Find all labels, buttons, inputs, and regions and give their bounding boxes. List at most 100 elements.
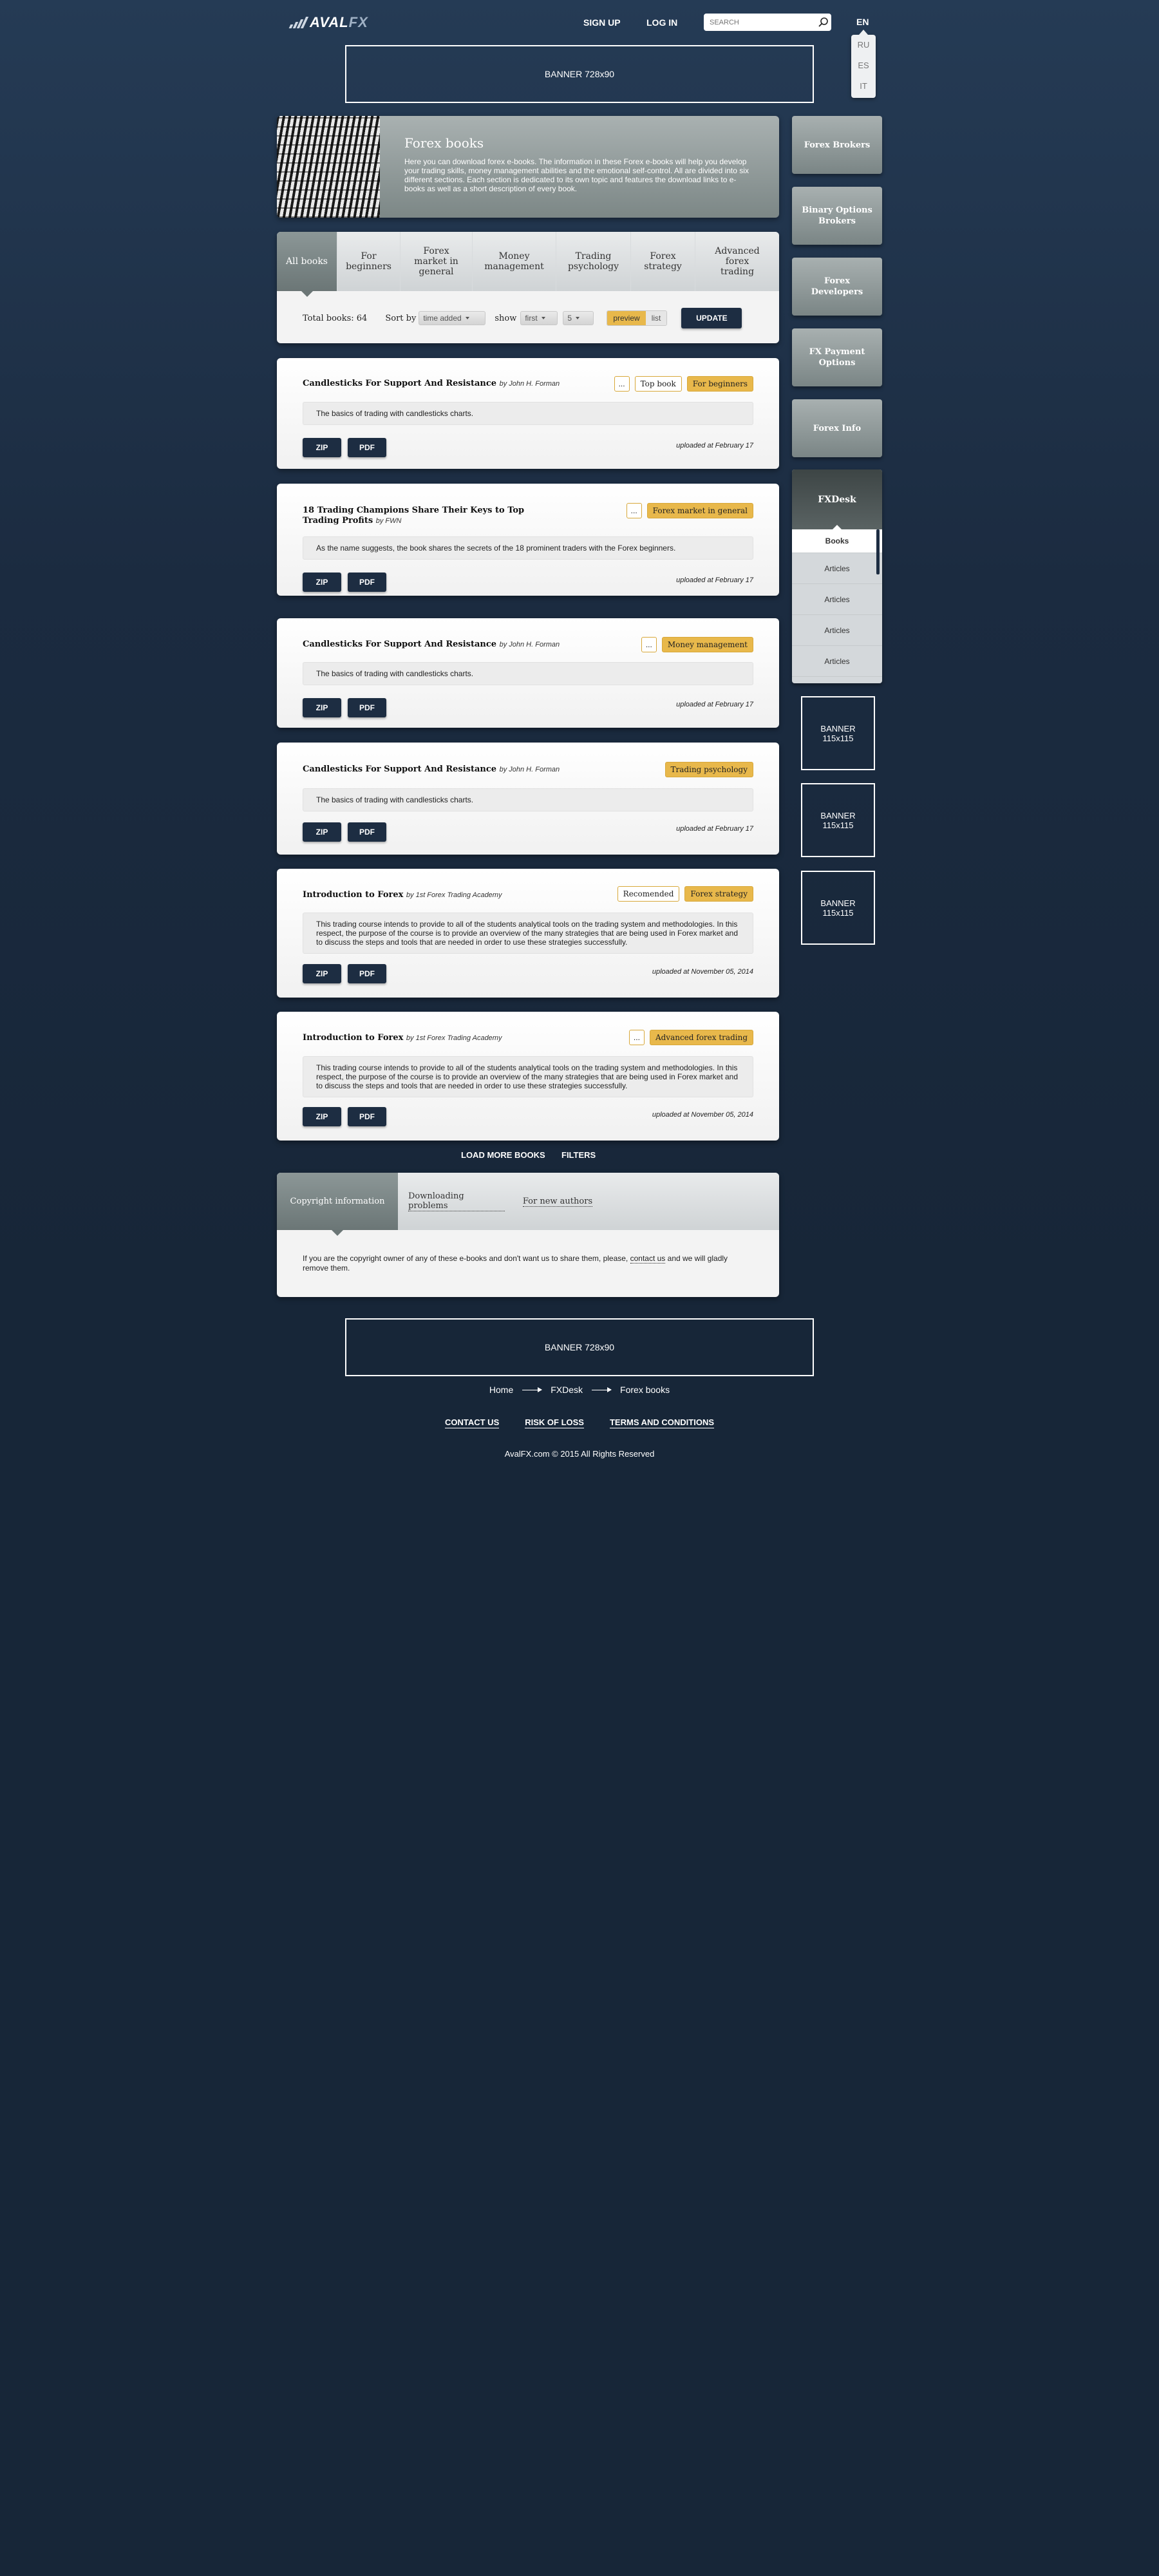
search-icon[interactable] bbox=[816, 15, 831, 30]
language-current[interactable]: EN bbox=[856, 17, 869, 27]
more-tags-button[interactable]: ... bbox=[626, 503, 642, 518]
copyright-text-part: If you are the copyright owner of any of… bbox=[303, 1254, 628, 1263]
filters-link[interactable]: FILTERS bbox=[561, 1150, 596, 1160]
book-title[interactable]: Introduction to Forex bbox=[303, 890, 403, 900]
zip-download-button[interactable]: ZIP bbox=[303, 822, 341, 842]
footer-risk-of-loss[interactable]: RISK OF LOSS bbox=[525, 1417, 584, 1428]
pdf-download-button[interactable]: PDF bbox=[348, 438, 386, 457]
pdf-download-button[interactable]: PDF bbox=[348, 1107, 386, 1126]
count-select[interactable]: 5 bbox=[563, 311, 594, 325]
top-banner[interactable]: BANNER 728x90 bbox=[345, 45, 814, 103]
zip-download-button[interactable]: ZIP bbox=[303, 964, 341, 983]
sidebar-forex-developers[interactable]: Forex Developers bbox=[792, 258, 882, 316]
tab-downloading-problems[interactable]: Downloading problems bbox=[408, 1173, 505, 1230]
signup-link[interactable]: SIGN UP bbox=[583, 17, 621, 28]
language-dropdown: RU ES IT bbox=[851, 30, 876, 98]
pdf-download-button[interactable]: PDF bbox=[348, 964, 386, 983]
book-title[interactable]: Introduction to Forex bbox=[303, 1033, 403, 1043]
more-tags-button[interactable]: ... bbox=[614, 376, 630, 392]
fxdesk-item-articles[interactable]: Articles bbox=[792, 646, 882, 677]
book-card: Introduction to Forex by 1st Forex Tradi… bbox=[277, 1012, 779, 1141]
tag-category[interactable]: Advanced forex trading bbox=[649, 1030, 753, 1045]
search-input[interactable] bbox=[704, 14, 816, 30]
tab-copyright[interactable]: Copyright information bbox=[277, 1173, 398, 1236]
book-tags: ... Money management bbox=[641, 637, 753, 652]
language-option-it[interactable]: IT bbox=[851, 76, 876, 97]
book-title-cont[interactable]: Trading Profits bbox=[303, 516, 373, 526]
category-panel: All books For beginners Forex market in … bbox=[277, 232, 779, 343]
sort-select[interactable]: time added bbox=[419, 311, 486, 325]
tag-category[interactable]: Money management bbox=[661, 637, 753, 652]
footer-terms[interactable]: TERMS AND CONDITIONS bbox=[609, 1417, 715, 1428]
info-panel: Copyright information Downloading proble… bbox=[277, 1173, 779, 1297]
sidebar-binary-options-brokers[interactable]: Binary Options Brokers bbox=[792, 187, 882, 245]
fxdesk-item-articles[interactable]: Articles bbox=[792, 553, 882, 584]
book-author: by John H. Forman bbox=[499, 766, 560, 773]
more-tags-button[interactable]: ... bbox=[641, 637, 657, 652]
tag-category[interactable]: For beginners bbox=[686, 376, 753, 392]
book-tags: Trading psychology bbox=[664, 762, 753, 777]
breadcrumb-fxdesk[interactable]: FXDesk bbox=[551, 1385, 583, 1395]
tag-category[interactable]: Forex strategy bbox=[684, 886, 753, 902]
tab-forex-market-general[interactable]: Forex market in general bbox=[400, 232, 473, 291]
side-banner[interactable]: BANNER 115x115 bbox=[801, 696, 875, 770]
sidebar-fx-payment-options[interactable]: FX Payment Options bbox=[792, 328, 882, 386]
tab-money-management[interactable]: Money management bbox=[473, 232, 556, 291]
bottom-banner[interactable]: BANNER 728x90 bbox=[345, 1318, 814, 1376]
book-title[interactable]: 18 Trading Champions Share Their Keys to… bbox=[303, 506, 524, 515]
update-button[interactable]: UPDATE bbox=[681, 308, 742, 328]
view-preview-button[interactable]: preview bbox=[607, 311, 646, 325]
side-banner[interactable]: BANNER 115x115 bbox=[801, 783, 875, 857]
contact-us-link[interactable]: contact us bbox=[630, 1254, 666, 1264]
view-list-button[interactable]: list bbox=[645, 311, 667, 325]
site-logo[interactable]: AVALFX bbox=[288, 14, 368, 31]
fxdesk-scrollbar[interactable] bbox=[876, 529, 880, 574]
tag-category[interactable]: Trading psychology bbox=[664, 762, 753, 777]
upload-date: uploaded at February 17 bbox=[676, 825, 753, 833]
tag-category[interactable]: Forex market in general bbox=[646, 503, 753, 518]
book-author: by FWN bbox=[375, 517, 402, 525]
tab-advanced-forex-trading[interactable]: Advanced forex trading bbox=[695, 232, 779, 291]
zip-download-button[interactable]: ZIP bbox=[303, 1107, 341, 1126]
tab-new-authors[interactable]: For new authors bbox=[513, 1173, 603, 1230]
fxdesk-item-articles[interactable]: Articles bbox=[792, 615, 882, 646]
pdf-download-button[interactable]: PDF bbox=[348, 573, 386, 592]
more-tags-button[interactable]: ... bbox=[628, 1030, 645, 1045]
copyright-text: If you are the copyright owner of any of… bbox=[303, 1254, 753, 1273]
tab-all-books[interactable]: All books bbox=[277, 232, 337, 297]
fxdesk-item-books[interactable]: Books bbox=[792, 525, 882, 553]
logo-text-fx: FX bbox=[348, 14, 368, 30]
sidebar-forex-brokers[interactable]: Forex Brokers bbox=[792, 116, 882, 174]
fxdesk-title[interactable]: FXDesk bbox=[792, 469, 882, 529]
pdf-download-button[interactable]: PDF bbox=[348, 822, 386, 842]
book-title[interactable]: Candlesticks For Support And Resistance bbox=[303, 379, 496, 388]
sidebar-forex-info[interactable]: Forex Info bbox=[792, 399, 882, 457]
pdf-download-button[interactable]: PDF bbox=[348, 698, 386, 717]
download-buttons: ZIP PDF bbox=[303, 964, 386, 983]
breadcrumb-home[interactable]: Home bbox=[489, 1385, 513, 1395]
download-buttons: ZIP PDF bbox=[303, 822, 386, 842]
fxdesk-item-articles[interactable]: Articles bbox=[792, 584, 882, 615]
zip-download-button[interactable]: ZIP bbox=[303, 438, 341, 457]
login-link[interactable]: LOG IN bbox=[646, 17, 677, 28]
copyright-notice: AvalFX.com © 2015 All Rights Reserved bbox=[504, 1449, 655, 1459]
zip-download-button[interactable]: ZIP bbox=[303, 573, 341, 592]
load-more-button[interactable]: LOAD MORE BOOKS bbox=[461, 1150, 545, 1160]
book-description: As the name suggests, the book shares th… bbox=[303, 536, 753, 560]
tag-top-book[interactable]: Top book bbox=[634, 376, 682, 392]
language-option-es[interactable]: ES bbox=[851, 55, 876, 76]
side-banner[interactable]: BANNER 115x115 bbox=[801, 871, 875, 945]
book-title-line: Introduction to Forex by 1st Forex Tradi… bbox=[303, 890, 502, 900]
footer-contact-us[interactable]: CONTACT US bbox=[444, 1417, 500, 1428]
book-title[interactable]: Candlesticks For Support And Resistance bbox=[303, 639, 496, 649]
tag-recommended[interactable]: Recomended bbox=[617, 886, 680, 902]
tab-forex-strategy[interactable]: Forex strategy bbox=[631, 232, 695, 291]
show-select[interactable]: first bbox=[520, 311, 558, 325]
book-title[interactable]: Candlesticks For Support And Resistance bbox=[303, 764, 496, 774]
language-option-ru[interactable]: RU bbox=[851, 35, 876, 55]
tab-for-beginners[interactable]: For beginners bbox=[337, 232, 400, 291]
breadcrumb-current: Forex books bbox=[620, 1385, 670, 1395]
total-books: Total books: 64 bbox=[303, 313, 368, 323]
zip-download-button[interactable]: ZIP bbox=[303, 698, 341, 717]
tab-trading-psychology[interactable]: Trading psychology bbox=[556, 232, 631, 291]
